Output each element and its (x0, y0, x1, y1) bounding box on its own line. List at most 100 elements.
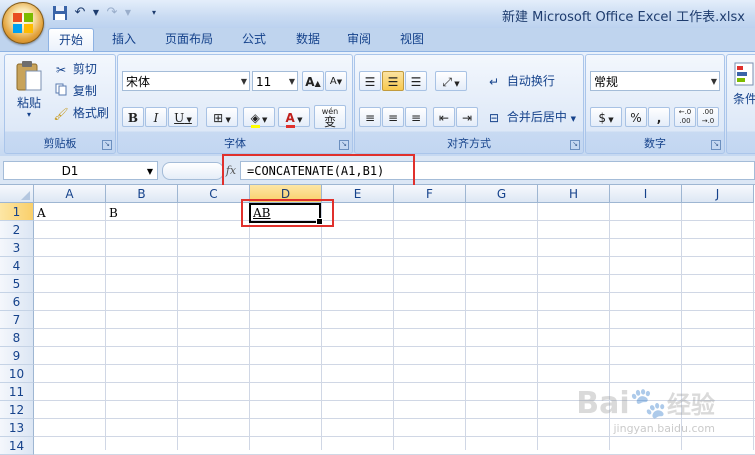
undo-icon[interactable]: ↶ (72, 5, 88, 21)
align-bottom-button[interactable]: ☰ (405, 71, 427, 91)
align-center-button[interactable]: ≡ (382, 107, 404, 127)
currency-icon: $ (598, 111, 607, 125)
increase-indent-button[interactable]: ⇥ (456, 107, 478, 127)
office-button[interactable] (2, 2, 44, 44)
tab-insert[interactable]: 插入 (102, 28, 146, 51)
borders-dropdown-icon: ▼ (223, 116, 231, 124)
column-header-J[interactable]: J (682, 185, 754, 203)
font-size-combo[interactable]: 11 ▼ (252, 71, 298, 91)
align-top-button[interactable]: ☰ (359, 71, 381, 91)
tab-view[interactable]: 视图 (390, 28, 434, 51)
align-bottom-icon: ☰ (410, 75, 422, 89)
row-header-2[interactable]: 2 (0, 221, 34, 239)
cut-label: 剪切 (72, 62, 97, 76)
wrap-text-icon: ↵ (488, 74, 500, 89)
bold-button[interactable]: B (122, 107, 144, 127)
customize-qat-icon[interactable]: ▾ (146, 5, 162, 21)
row-header-9[interactable]: 9 (0, 347, 34, 365)
decrease-indent-button[interactable]: ⇤ (433, 107, 455, 127)
font-color-button[interactable]: A ▼ (278, 107, 310, 128)
row-header-6[interactable]: 6 (0, 293, 34, 311)
conditional-formatting-button[interactable]: 条件 (733, 61, 755, 107)
font-color-dropdown-icon: ▼ (294, 116, 303, 124)
grow-font-button[interactable]: A▲ (302, 71, 324, 91)
increase-decimal-button[interactable]: ←.0 .00 (674, 107, 696, 127)
fill-color-dropdown-icon: ▼ (259, 116, 268, 124)
number-format-combo[interactable]: 常规 ▼ (590, 71, 720, 91)
watermark-logo: Bai🐾经验 (576, 385, 715, 421)
font-launcher-icon[interactable]: ↘ (339, 140, 349, 150)
row-header-7[interactable]: 7 (0, 311, 34, 329)
undo-dropdown-icon[interactable]: ▼ (88, 5, 104, 21)
row-header-8[interactable]: 8 (0, 329, 34, 347)
copy-button[interactable]: 复制 (53, 81, 97, 101)
row-header-13[interactable]: 13 (0, 419, 34, 437)
office-logo-icon (13, 13, 33, 33)
row-header-5[interactable]: 5 (0, 275, 34, 293)
column-header-H[interactable]: H (538, 185, 610, 203)
cell-A1[interactable]: A (35, 204, 105, 222)
font-name-value: 宋体 (126, 75, 151, 89)
row-header-10[interactable]: 10 (0, 365, 34, 383)
percent-button[interactable]: % (625, 107, 647, 127)
fill-color-button[interactable]: ◈ ▼ (243, 107, 275, 128)
row-header-3[interactable]: 3 (0, 239, 34, 257)
orientation-button[interactable]: ⤢ ▼ (435, 71, 467, 91)
row-header-11[interactable]: 11 (0, 383, 34, 401)
row-header-14[interactable]: 14 (0, 437, 34, 455)
align-middle-button[interactable]: ☰ (382, 71, 404, 91)
alignment-launcher-icon[interactable]: ↘ (570, 140, 580, 150)
tab-page-layout[interactable]: 页面布局 (155, 28, 223, 51)
number-launcher-icon[interactable]: ↘ (711, 140, 721, 150)
select-all-corner[interactable] (0, 185, 34, 203)
borders-icon: ⊞ (213, 111, 224, 125)
cell-B1[interactable]: B (107, 204, 177, 222)
currency-button[interactable]: $ ▼ (590, 107, 622, 127)
number-format-dropdown-icon: ▼ (710, 77, 717, 86)
tab-review[interactable]: 审阅 (337, 28, 381, 51)
clipboard-launcher-icon[interactable]: ↘ (102, 140, 112, 150)
column-header-I[interactable]: I (610, 185, 682, 203)
row-header-12[interactable]: 12 (0, 401, 34, 419)
italic-button[interactable]: I (145, 107, 167, 127)
redo-icon[interactable]: ↷ (104, 5, 120, 21)
format-painter-button[interactable]: 🖌 格式刷 (53, 103, 108, 123)
tab-data[interactable]: 数据 (286, 28, 330, 51)
borders-button[interactable]: ⊞ ▼ (206, 107, 238, 127)
redo-dropdown-icon[interactable]: ▼ (120, 5, 136, 21)
formula-bar-splitter[interactable] (162, 162, 224, 180)
shrink-arrow-icon: ▼ (336, 78, 343, 86)
gridline-horizontal (34, 346, 755, 347)
align-right-button[interactable]: ≡ (405, 107, 427, 127)
column-header-A[interactable]: A (34, 185, 106, 203)
column-header-C[interactable]: C (178, 185, 250, 203)
tab-home[interactable]: 开始 (48, 28, 95, 52)
cut-button[interactable]: ✂ 剪切 (53, 59, 97, 79)
row-header-1[interactable]: 1 (0, 203, 34, 221)
gridline-vertical (753, 203, 754, 450)
paste-button[interactable]: 粘贴 ▾ (11, 59, 47, 119)
column-header-G[interactable]: G (466, 185, 538, 203)
merge-center-button[interactable]: ⊟ 合并后居中 ▼ (485, 107, 576, 127)
comma-button[interactable]: , (648, 107, 670, 127)
decrease-decimal-button[interactable]: .00 →.0 (697, 107, 719, 127)
title-bar: ↶ ▼ ↷ ▼ ▾ 新建 Microsoft Office Excel 工作表.… (0, 0, 755, 28)
select-all-triangle-icon (21, 191, 30, 200)
tab-formulas[interactable]: 公式 (232, 28, 276, 51)
phonetic-button[interactable]: wén 变 (314, 105, 346, 129)
align-left-button[interactable]: ≡ (359, 107, 381, 127)
underline-button[interactable]: U ▼ (168, 107, 198, 127)
number-group: 常规 ▼ $ ▼ % , ←.0 .00 .00 →.0 数字 ↘ (585, 54, 725, 154)
font-name-combo[interactable]: 宋体 ▼ (122, 71, 250, 91)
conditional-formatting-label: 条件 (733, 92, 755, 106)
align-center-icon: ≡ (387, 111, 399, 125)
save-icon[interactable] (52, 5, 68, 21)
shrink-font-button[interactable]: A▼ (325, 71, 347, 91)
row-header-4[interactable]: 4 (0, 257, 34, 275)
paste-label: 粘贴 (16, 96, 41, 110)
phonetic-char: 变 (323, 115, 336, 129)
name-box[interactable]: D1 ▼ (3, 161, 158, 180)
wrap-text-button[interactable]: ↵ 自动换行 (485, 71, 555, 91)
column-header-B[interactable]: B (106, 185, 178, 203)
column-header-F[interactable]: F (394, 185, 466, 203)
